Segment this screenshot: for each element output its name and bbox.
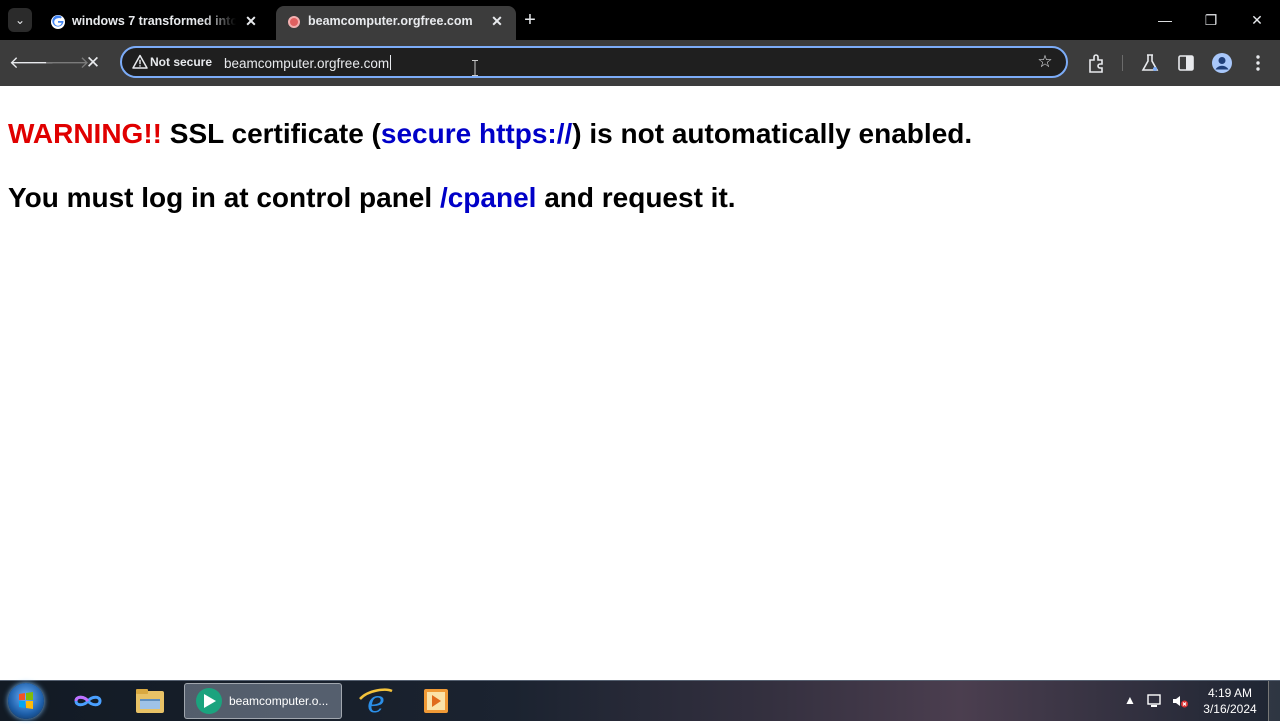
new-tab-button[interactable]: + xyxy=(520,10,540,30)
system-clock[interactable]: 4:19 AM 3/16/2024 xyxy=(1198,685,1262,717)
stop-loading-button[interactable]: ✕ xyxy=(80,50,106,76)
url-text[interactable]: beamcomputer.orgfree.com xyxy=(224,55,391,71)
warning-text-b: ) is not automatically enabled. xyxy=(572,118,973,149)
network-icon[interactable] xyxy=(1146,693,1164,709)
ssl-warning-line: WARNING!! SSL certificate (secure https:… xyxy=(8,118,972,150)
volume-muted-icon[interactable] xyxy=(1171,693,1189,709)
security-label: Not secure xyxy=(150,55,213,69)
secure-https-link[interactable]: secure https:// xyxy=(381,118,572,149)
internet-explorer-icon[interactable]: e xyxy=(350,683,402,719)
tab-title: beamcomputer.orgfree.com xyxy=(308,14,473,28)
page-content: WARNING!! SSL certificate (secure https:… xyxy=(0,86,1280,680)
show-hidden-icons-button[interactable]: ▲ xyxy=(1124,693,1136,707)
media-player-icon[interactable] xyxy=(410,683,462,719)
toolbar-divider xyxy=(1122,55,1123,71)
browser-app-icon xyxy=(196,688,222,714)
text-cursor-icon xyxy=(472,60,478,76)
security-chip[interactable]: Not secure xyxy=(126,51,220,73)
windows-logo-icon xyxy=(19,692,33,709)
instruction-text-b: and request it. xyxy=(536,182,736,213)
close-window-button[interactable]: ✕ xyxy=(1242,8,1272,32)
start-button[interactable] xyxy=(8,683,44,719)
restore-button[interactable]: ❐ xyxy=(1196,8,1226,32)
taskbar-item-browser[interactable]: beamcomputer.o... xyxy=(184,683,342,719)
close-tab-icon[interactable]: ✕ xyxy=(488,12,506,30)
tab-strip: ⌄ windows 7 transformed into w ✕ beamcom… xyxy=(0,0,1280,40)
infinity-app-icon[interactable] xyxy=(62,683,114,719)
taskbar-item-label: beamcomputer.o... xyxy=(229,694,329,708)
cpanel-instruction-line: You must log in at control panel /cpanel… xyxy=(8,182,736,214)
clock-time: 4:19 AM xyxy=(1207,686,1253,700)
tab-beamcomputer[interactable]: beamcomputer.orgfree.com ✕ xyxy=(276,6,516,40)
taskbar: beamcomputer.o... e ▲ 4:19 AM 3/16/2024 xyxy=(0,680,1280,721)
forward-button[interactable]: 🡒 xyxy=(44,50,90,76)
warning-text-a: SSL certificate ( xyxy=(161,118,381,149)
tab-title: windows 7 transformed into w xyxy=(72,14,236,28)
menu-kebab-icon[interactable] xyxy=(1247,52,1269,74)
show-desktop-button[interactable] xyxy=(1268,681,1280,721)
bookmark-star-icon[interactable]: ☆ xyxy=(1036,53,1054,71)
labs-flask-icon[interactable] xyxy=(1139,52,1161,74)
instruction-text-a: You must log in at control panel xyxy=(8,182,440,213)
minimize-button[interactable]: — xyxy=(1150,8,1180,32)
close-tab-icon[interactable]: ✕ xyxy=(242,12,260,30)
side-panel-icon[interactable] xyxy=(1175,52,1197,74)
warning-icon xyxy=(132,54,148,69)
warning-label: WARNING!! xyxy=(8,118,162,149)
clock-date: 3/16/2024 xyxy=(1203,702,1257,716)
tab-search-button[interactable]: ⌄ xyxy=(8,8,32,32)
back-button[interactable]: 🡐 xyxy=(9,50,55,76)
google-icon xyxy=(51,15,65,29)
site-icon xyxy=(288,16,300,28)
profile-avatar-icon[interactable] xyxy=(1211,52,1233,74)
extensions-icon[interactable] xyxy=(1086,52,1108,74)
address-bar[interactable]: Not secure beamcomputer.orgfree.com ☆ xyxy=(120,46,1068,78)
browser-toolbar: 🡐 🡒 ✕ Not secure beamcomputer.orgfree.co… xyxy=(0,40,1280,86)
tab-windows7[interactable]: windows 7 transformed into w ✕ xyxy=(40,6,270,40)
file-explorer-icon[interactable] xyxy=(124,683,176,719)
cpanel-link[interactable]: /cpanel xyxy=(440,182,536,213)
